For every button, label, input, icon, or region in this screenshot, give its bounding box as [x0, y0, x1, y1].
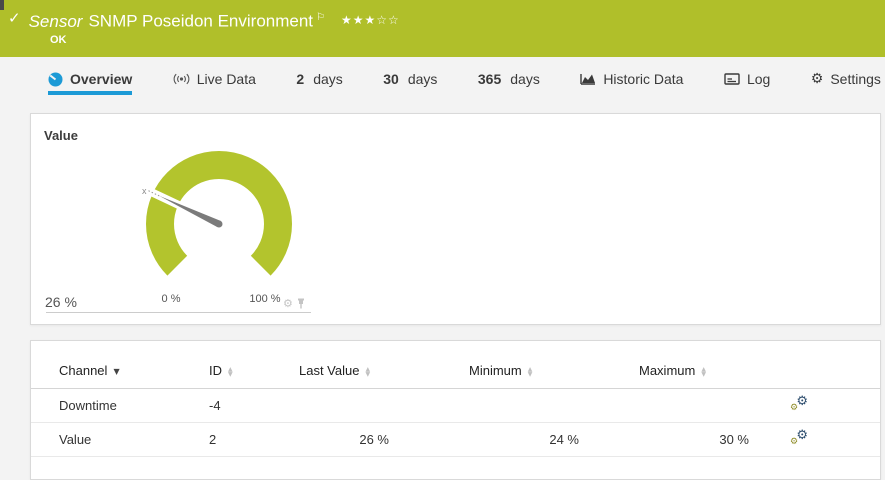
column-header-last-value-label: Last Value [299, 363, 360, 378]
column-spacer [599, 341, 639, 389]
pin-icon[interactable] [297, 298, 305, 309]
sort-both-icon: ▲ ▼ [365, 365, 371, 378]
channel-table-panel: Channel ▼ ID ▲ ▼ Last Value ▲ ▼ Minimum ▲ ▼ Max… [30, 340, 881, 480]
area-chart-icon [580, 74, 596, 85]
tab-2-days-number: 2 [296, 71, 305, 87]
tab-historic-data-label: Historic Data [603, 71, 684, 87]
gauge-settings-icon[interactable]: ⚙ [283, 298, 293, 309]
column-spacer [409, 341, 469, 389]
gauge-needle-hub [215, 220, 223, 228]
minimum-cell [469, 388, 599, 423]
gauge-scale-min-label: 0 % [162, 293, 181, 305]
column-header-maximum[interactable]: Maximum ▲ ▼ [639, 341, 769, 389]
tab-30-days[interactable]: 30 days [383, 71, 437, 95]
tab-bar: Overview Live Data 2 days 30 days 365 da… [0, 57, 885, 110]
column-header-channel-label: Channel [59, 363, 108, 378]
last-value-cell: 26 % [299, 422, 409, 457]
value-gauge-chart: x 0 % 100 % [142, 150, 292, 305]
page-title: Sensor SNMP Poseidon Environment ⚐ ★★★☆☆ [29, 7, 400, 34]
tab-365-days[interactable]: 365 days [478, 71, 540, 95]
object-type-label: Sensor [28, 11, 83, 31]
minimum-cell: 24 % [469, 422, 599, 457]
maximum-cell [639, 388, 769, 423]
gauge-current-value: 26 % [45, 294, 77, 310]
tab-overview-label: Overview [70, 71, 133, 87]
column-header-minimum[interactable]: Minimum ▲ ▼ [469, 341, 599, 389]
flag-icon[interactable]: ⚐ [316, 12, 325, 23]
channel-table: Channel ▼ ID ▲ ▼ Last Value ▲ ▼ Minimum ▲ ▼ Max… [31, 341, 880, 457]
gauge-panel: Value x 0 % 100 % 26 % ⚙ [30, 113, 881, 325]
last-value-cell [299, 388, 409, 423]
gear-big: ⚙ [796, 428, 808, 443]
sensor-header: ✓ Sensor SNMP Poseidon Environment ⚐ ★★★☆☆ … [0, 0, 885, 57]
gauge-icon [48, 72, 63, 86]
column-header-last-value[interactable]: Last Value ▲ ▼ [299, 341, 409, 389]
channel-id-cell: 2 [209, 422, 299, 457]
tab-365-days-label: days [510, 71, 540, 87]
window-corner-decoration [0, 0, 4, 10]
sort-both-icon: ▲ ▼ [228, 365, 233, 378]
tab-log[interactable]: Log [724, 71, 770, 95]
channel-name-cell[interactable]: Value [31, 422, 209, 457]
table-row-downtime: Downtime -4 ⚙ ⚙ [31, 388, 880, 423]
gauge-baseline [46, 312, 311, 313]
channel-name-cell[interactable]: Downtime [31, 388, 209, 423]
column-header-actions [769, 341, 829, 389]
sort-both-icon: ▲ ▼ [701, 365, 706, 378]
sensor-name: SNMP Poseidon Environment [88, 11, 314, 31]
status-ok-check-icon: ✓ [8, 9, 21, 27]
tab-settings-label: Settings [830, 71, 881, 87]
table-row-value: Value 2 26 % 24 % 30 % ⚙ ⚙ [31, 422, 880, 457]
sort-desc-icon: ▼ [113, 367, 120, 376]
column-spacer [829, 341, 880, 389]
column-header-id-label: ID [209, 363, 222, 378]
column-header-id[interactable]: ID ▲ ▼ [209, 341, 299, 389]
broadcast-icon [173, 73, 190, 85]
tab-historic-data[interactable]: Historic Data [580, 71, 683, 95]
log-icon [724, 73, 740, 85]
column-header-maximum-label: Maximum [639, 363, 696, 378]
column-header-minimum-label: Minimum [469, 363, 522, 378]
gear-big: ⚙ [796, 394, 808, 409]
sort-both-icon: ▲ ▼ [527, 365, 533, 378]
maximum-cell: 30 % [639, 422, 769, 457]
tab-30-days-label: days [407, 71, 438, 87]
gauge-tip-marker: x [142, 186, 147, 196]
gear-small: ⚙ [790, 437, 799, 447]
tab-2-days-label: days [313, 71, 343, 87]
tab-log-label: Log [746, 71, 771, 87]
tab-live-data[interactable]: Live Data [173, 71, 256, 95]
tab-365-days-number: 365 [477, 71, 502, 87]
tab-2-days[interactable]: 2 days [296, 71, 342, 95]
tab-live-data-label: Live Data [196, 71, 256, 87]
channel-settings-icon[interactable]: ⚙ ⚙ [790, 394, 808, 413]
table-header-row: Channel ▼ ID ▲ ▼ Last Value ▲ ▼ Minimum ▲ ▼ Max… [31, 341, 880, 389]
stars-filled: ★★★ [341, 12, 377, 27]
gauge-scale-max-label: 100 % [249, 293, 280, 305]
gear-small: ⚙ [790, 403, 799, 413]
priority-stars[interactable]: ★★★☆☆ [341, 13, 400, 27]
column-header-channel[interactable]: Channel ▼ [31, 341, 209, 389]
tab-overview[interactable]: Overview [48, 71, 133, 95]
status-badge: OK [50, 33, 67, 46]
gauge-arc [146, 150, 292, 276]
stars-empty: ☆☆ [376, 12, 400, 27]
tab-settings[interactable]: ⚙ Settings [811, 71, 881, 95]
gear-icon: ⚙ [810, 71, 824, 87]
channel-id-cell: -4 [209, 388, 299, 423]
tab-30-days-number: 30 [383, 71, 399, 87]
channel-settings-icon[interactable]: ⚙ ⚙ [790, 428, 808, 447]
